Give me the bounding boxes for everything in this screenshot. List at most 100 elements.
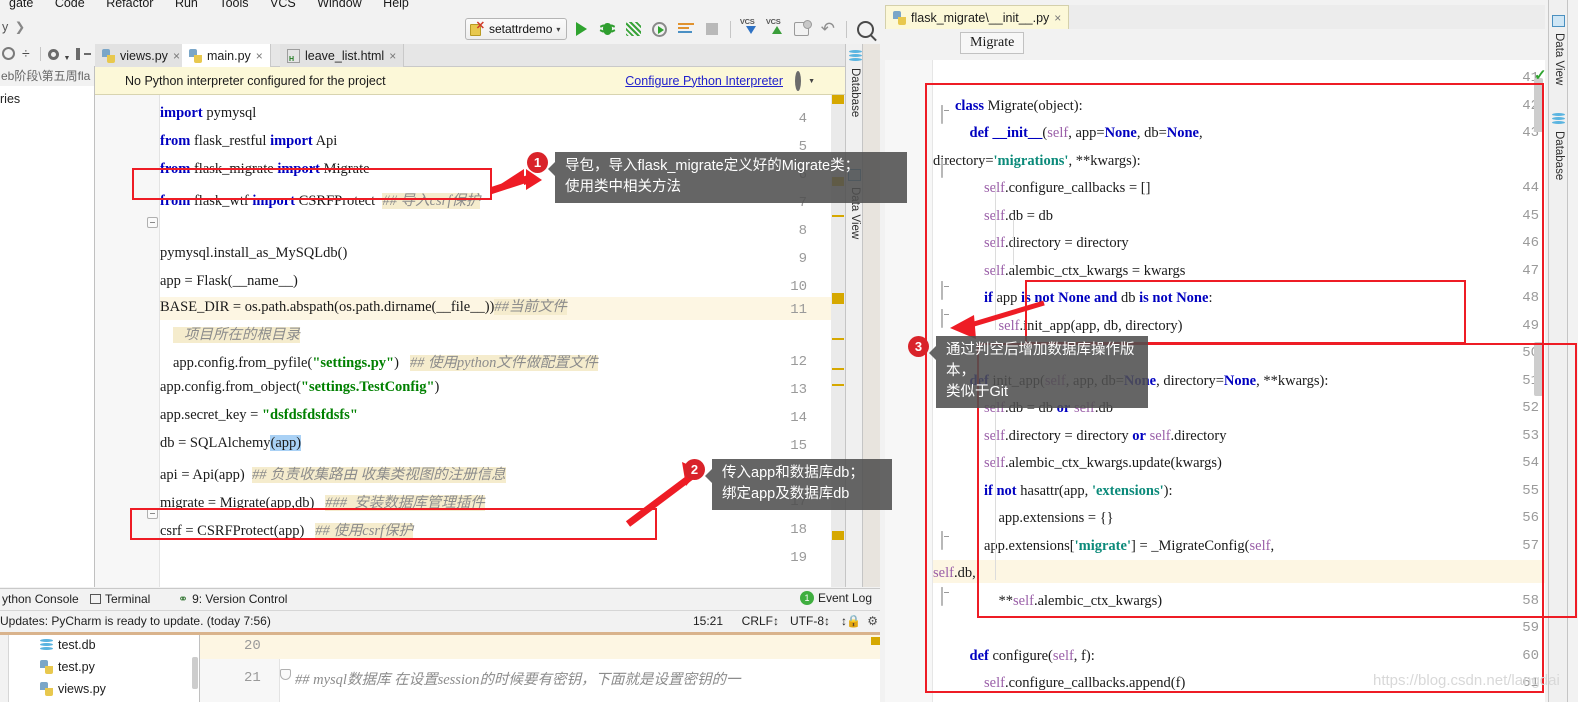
tool-window-version-control[interactable]: ⚭ 9: Version Control (178, 592, 287, 606)
code-line[interactable]: app.secret_key = "dsfdsfdsfdsfs" (160, 407, 358, 424)
code-line[interactable]: BASE_DIR = os.path.abspath(os.path.dirna… (160, 295, 567, 316)
editor-scrollbar-thumb-right[interactable] (1534, 78, 1543, 132)
structure-breadcrumb-migrate[interactable]: Migrate (960, 32, 1025, 54)
lock-icon[interactable]: 🔒 (846, 614, 861, 628)
code-line[interactable]: api = Api(app) ## 负责收集路由 收集类视图的注册信息 (160, 463, 506, 484)
fold-marker-icon-2[interactable] (147, 508, 158, 519)
close-icon[interactable]: × (173, 49, 180, 63)
line-separator[interactable]: CRLF↕ (742, 614, 779, 628)
hide-panel-icon[interactable] (76, 47, 92, 65)
code-line-right[interactable]: if not hasattr(app, 'extensions'): (955, 483, 1173, 500)
status-message[interactable]: Updates: PyCharm is ready to update. (to… (0, 614, 271, 628)
editor-scrollbar-thumb-right-2[interactable] (1534, 342, 1543, 396)
code-line[interactable]: app.config.from_object("settings.TestCon… (160, 379, 439, 396)
menu-item-window[interactable]: Window (308, 0, 370, 10)
breadcrumb[interactable]: y ❯ (2, 19, 25, 34)
code-line[interactable]: from flask_restful import Api (160, 133, 337, 150)
code-line-right[interactable]: self.configure_callbacks = [] (955, 180, 1150, 197)
close-icon[interactable]: × (1054, 11, 1061, 25)
caret-position[interactable]: 15:21 (693, 614, 723, 628)
inspection-ok-icon[interactable]: ✓ (1534, 66, 1547, 84)
code-line[interactable]: import pymysql (160, 105, 256, 122)
rollback-button[interactable]: ↶ (816, 18, 839, 41)
search-everywhere-button[interactable] (854, 18, 877, 41)
run-button[interactable] (570, 18, 593, 41)
code-line-right[interactable]: def __init__(self, app=None, db=None, (955, 125, 1203, 142)
configure-interpreter-link[interactable]: Configure Python Interpreter (625, 74, 783, 88)
tree-item-test-py[interactable]: test.py (40, 660, 95, 674)
code-line-right[interactable]: **self.alembic_ctx_kwargs) (955, 593, 1163, 610)
tree-item-views-py[interactable]: views.py (40, 682, 106, 696)
fold-marker-icon-bottom[interactable] (280, 669, 291, 680)
fold-marker-icon-60[interactable] (941, 587, 952, 606)
menu-item-run[interactable]: Run (166, 0, 207, 10)
close-icon[interactable]: × (256, 49, 263, 63)
code-line[interactable]: 项目所在的根目录 (173, 323, 300, 344)
project-tree-item-libraries[interactable]: ries (0, 92, 20, 106)
code-line-right[interactable]: self.configure_callbacks.append(f) (955, 675, 1185, 692)
settings-gear-icon[interactable]: ▼ (48, 47, 70, 65)
tool-window-terminal[interactable]: Terminal (90, 592, 150, 606)
menu-item-refactor[interactable]: Refactor (97, 0, 162, 10)
gear-icon[interactable]: ▼ (795, 70, 815, 91)
code-line-right[interactable]: def configure(self, f): (955, 648, 1095, 665)
fold-marker-icon-class[interactable] (941, 105, 952, 124)
vcs-update-button[interactable]: VCS (738, 17, 761, 41)
console-button[interactable] (674, 18, 697, 41)
fold-marker-icon[interactable] (147, 217, 158, 228)
fold-marker-icon-49[interactable] (941, 281, 952, 300)
run-coverage-button[interactable] (622, 18, 645, 41)
editor-tab-leave-list-html[interactable]: leave_list.html × (280, 44, 405, 67)
code-line[interactable]: migrate = Migrate(app,db) ### 安装数据库管理插件 (160, 491, 485, 512)
menu-item-help[interactable]: Help (374, 0, 418, 10)
interpreter-icon[interactable]: ⚙ (867, 614, 878, 628)
menu-item-vcs[interactable]: VCS (261, 0, 305, 10)
code-line[interactable]: csrf = CSRFProtect(app) ## 使用csrf保护 (160, 519, 414, 540)
divide-icon[interactable]: ÷ (22, 46, 30, 60)
code-line-right[interactable]: self.alembic_ctx_kwargs = kwargs (955, 263, 1185, 280)
code-line-right[interactable]: class Migrate(object): (955, 98, 1083, 115)
code-line[interactable]: db = SQLAlchemy(app) (160, 435, 302, 452)
fold-marker-icon-58[interactable] (941, 531, 952, 550)
stop-button[interactable] (700, 18, 723, 41)
menu-item-navigate[interactable]: gate (0, 0, 42, 10)
run-configuration-selector[interactable]: ✕ setattrdemo ▾ (465, 18, 568, 40)
code-comment: ## 导入csrf保护 (382, 193, 481, 209)
tree-scrollbar-thumb[interactable] (192, 657, 198, 689)
file-encoding[interactable]: UTF-8↕ (790, 614, 830, 628)
event-log-button[interactable]: 1 Event Log (799, 591, 872, 605)
project-tool-window[interactable]: eb阶段\第五周fla ries (0, 66, 95, 587)
sidebar-button-database[interactable]: Database (849, 68, 861, 122)
code-line[interactable]: pymysql.install_as_MySQLdb() (160, 245, 347, 262)
debug-button[interactable] (596, 18, 619, 41)
code-line[interactable]: app = Flask(__name__) (160, 273, 298, 290)
tool-window-python-console[interactable]: ython Console (2, 592, 79, 606)
code-line[interactable]: from flask_migrate import Migrate (160, 161, 370, 178)
fold-marker-icon-init[interactable] (941, 159, 952, 178)
collapse-icon[interactable] (2, 47, 15, 65)
sidebar-button-database-outer[interactable]: Database (1553, 131, 1565, 185)
menu-item-code[interactable]: Code (46, 0, 94, 10)
code-line-right[interactable]: self.db = db (955, 208, 1053, 225)
code-line-right[interactable]: app.extensions = {} (955, 510, 1114, 527)
vcs-diff-button[interactable] (790, 18, 813, 41)
editor-tab-views-py[interactable]: views.py × (95, 44, 188, 67)
close-icon[interactable]: × (389, 49, 396, 63)
code-line-right[interactable]: self.db, (933, 565, 976, 582)
menu-item-tools[interactable]: Tools (210, 0, 257, 10)
editor-tab-flask-migrate-init[interactable]: flask_migrate\__init__.py × (885, 5, 1070, 29)
sidebar-button-data-view-outer[interactable]: Data View (1553, 33, 1565, 90)
tree-item-test-db[interactable]: test.db (40, 638, 96, 652)
profile-button[interactable] (648, 18, 671, 41)
code-line[interactable]: app.config.from_pyfile("settings.py") ##… (173, 351, 598, 372)
vcs-commit-button[interactable]: VCS (764, 17, 787, 41)
code-text: hasattr(app, (1016, 482, 1092, 499)
editor-tab-main-py[interactable]: main.py × (182, 44, 271, 67)
code-line-right[interactable]: self.directory = directory (955, 235, 1129, 252)
code-line-right[interactable]: app.extensions['migrate'] = _MigrateConf… (955, 538, 1274, 555)
code-line-right[interactable]: directory='migrations', **kwargs): (933, 153, 1141, 170)
editor-bottom-partial[interactable]: 20 21 ## mysql数据库 在设置session的时候要有密钥，下面就是… (200, 635, 880, 702)
tab-label: flask_migrate\__init__.py (911, 10, 1050, 25)
project-tree-bottom[interactable]: test.db test.py views.py (0, 635, 200, 702)
code-line[interactable]: from flask_wtf import CSRFProtect ## 导入c… (160, 189, 481, 210)
